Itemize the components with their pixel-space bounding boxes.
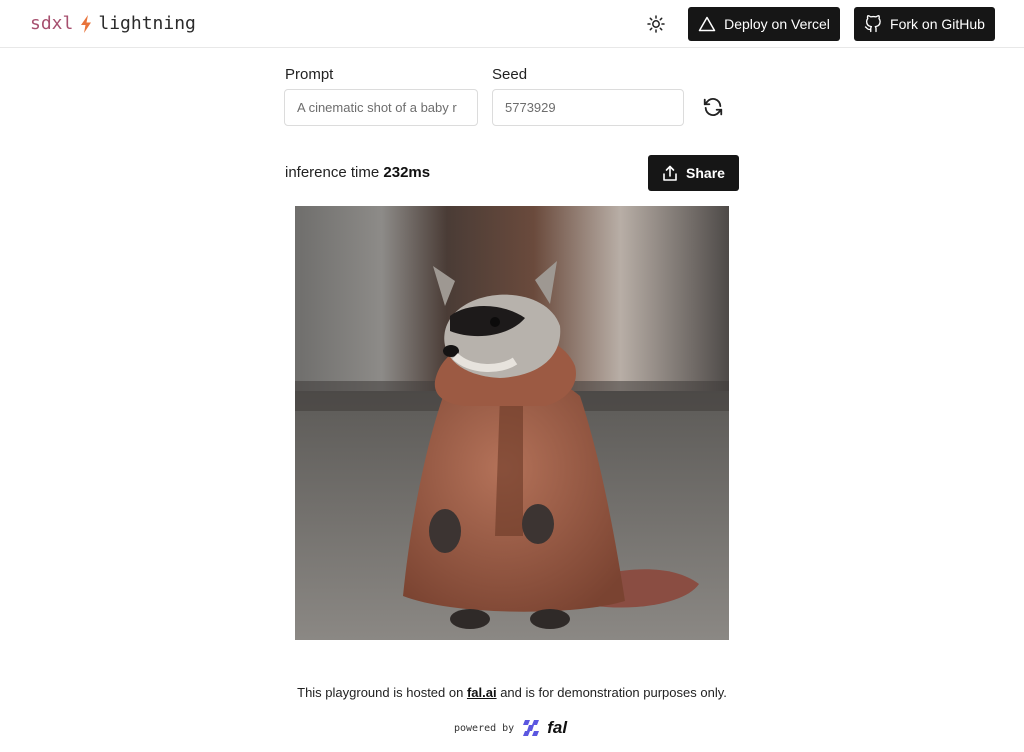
logo-text-sdxl: sdxl: [30, 13, 74, 34]
fal-logo-icon: [523, 720, 540, 736]
sun-icon[interactable]: [646, 14, 666, 34]
inference-label: inference time: [285, 164, 380, 181]
deploy-on-vercel-button[interactable]: Deploy on Vercel: [688, 7, 840, 41]
powered-by-fal[interactable]: powered by fal: [454, 718, 567, 738]
top-header: sdxl lightning Deploy on Vercel Fork on …: [0, 0, 1024, 48]
share-label: Share: [686, 165, 725, 181]
inference-time: inference time 232ms: [285, 164, 430, 181]
share-button[interactable]: Share: [648, 155, 739, 191]
powered-by-text: powered by: [454, 722, 515, 734]
fal-brand-text: fal: [547, 718, 568, 737]
lightning-bolt-icon: [81, 15, 92, 33]
fork-on-github-button[interactable]: Fork on GitHub: [854, 7, 995, 41]
fal-ai-link[interactable]: fal.ai: [467, 685, 497, 700]
footer-text-after: and is for demonstration purposes only.: [496, 685, 727, 700]
seed-label: Seed: [492, 66, 528, 83]
share-icon: [663, 165, 677, 181]
github-icon: [864, 15, 881, 33]
seed-input[interactable]: [492, 89, 684, 126]
deploy-label: Deploy on Vercel: [724, 16, 830, 32]
app-logo[interactable]: sdxl lightning: [30, 12, 196, 36]
triangle-icon: [698, 16, 716, 32]
generated-image: [295, 206, 729, 640]
prompt-input[interactable]: [284, 89, 478, 126]
raccoon-image: [295, 206, 729, 640]
inference-value: 232ms: [383, 164, 431, 181]
refresh-icon[interactable]: [702, 96, 724, 118]
logo-text-lightning: lightning: [98, 13, 196, 34]
footer-disclaimer: This playground is hosted on fal.ai and …: [0, 685, 1024, 700]
prompt-label: Prompt: [285, 66, 334, 83]
footer-text-before: This playground is hosted on: [297, 685, 467, 700]
fork-label: Fork on GitHub: [890, 16, 985, 32]
